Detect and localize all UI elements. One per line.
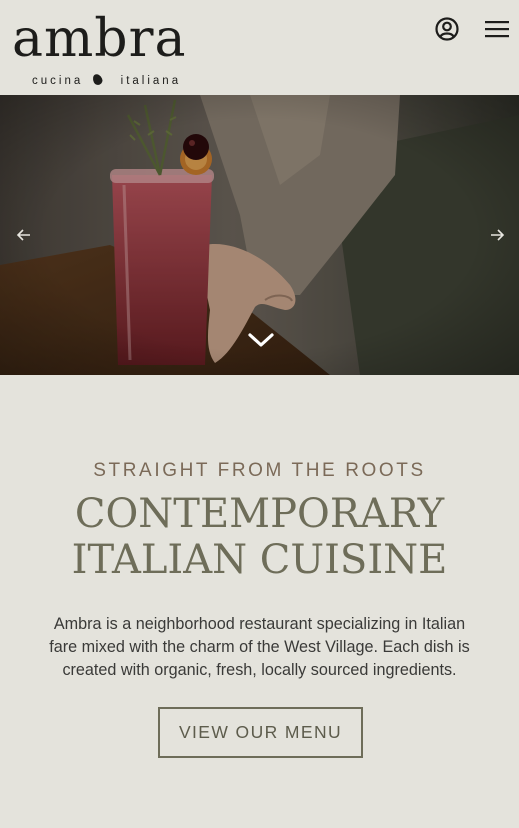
brand-wordmark: ambra [12, 9, 187, 69]
intro-section: STRAIGHT FROM THE ROOTS CONTEMPORARY ITA… [0, 375, 519, 828]
hamburger-menu-icon [485, 21, 509, 38]
section-headline: CONTEMPORARY ITALIAN CUISINE [0, 491, 519, 583]
carousel-next-button[interactable] [482, 220, 512, 250]
intro-description: Ambra is a neighborhood restaurant speci… [30, 613, 489, 682]
account-button[interactable] [434, 16, 460, 42]
arrow-right-icon [491, 229, 505, 241]
menu-button[interactable] [484, 16, 510, 42]
hero-carousel [0, 95, 519, 375]
description-line-2: fare mixed with the charm of the West Vi… [49, 638, 470, 656]
brand-tagline: cucina italiana [32, 72, 182, 87]
olive-icon [91, 72, 105, 87]
description-line-3: created with organic, fresh, locally sou… [62, 661, 457, 679]
view-menu-button[interactable]: VIEW OUR MENU [158, 707, 363, 758]
section-eyebrow: STRAIGHT FROM THE ROOTS [93, 460, 426, 481]
tagline-left: cucina [32, 75, 84, 87]
headline-line-1: CONTEMPORARY [74, 491, 445, 537]
site-header: ambra cucina italiana [0, 0, 519, 95]
tagline-right: italiana [120, 75, 182, 87]
brand-logo[interactable]: ambra cucina italiana [12, 8, 202, 88]
carousel-prev-button[interactable] [9, 220, 39, 250]
description-line-1: Ambra is a neighborhood restaurant speci… [53, 615, 466, 633]
arrow-left-icon [16, 229, 30, 241]
chevron-down-icon [248, 333, 274, 347]
account-icon [435, 17, 459, 41]
headline-line-2: ITALIAN CUISINE [71, 537, 448, 583]
scroll-down-button[interactable] [245, 328, 277, 352]
